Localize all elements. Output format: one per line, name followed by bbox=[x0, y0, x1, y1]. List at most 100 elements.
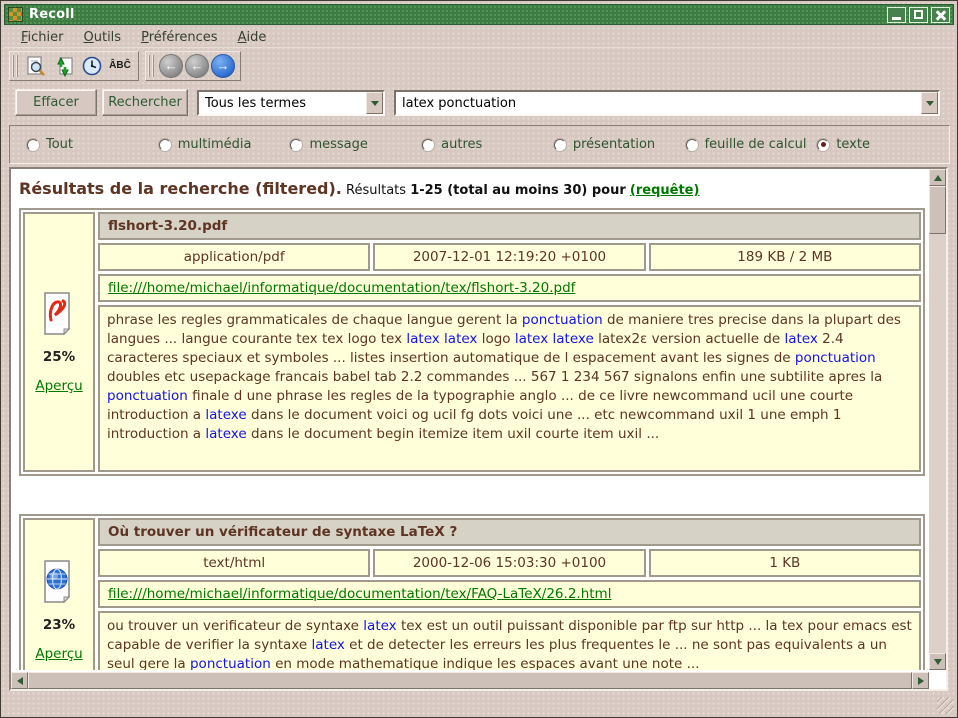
menu-item[interactable]: Aide bbox=[229, 28, 276, 47]
search-input[interactable] bbox=[396, 96, 921, 111]
radio-icon[interactable] bbox=[554, 139, 566, 151]
category-filter-radio[interactable]: multimédia bbox=[159, 137, 291, 152]
category-filter-radio[interactable]: texte bbox=[817, 137, 949, 152]
window-title: Recoll bbox=[29, 7, 75, 22]
search-mode-dropdown-button[interactable] bbox=[366, 92, 383, 114]
highlighted-term: latex latex bbox=[406, 331, 477, 347]
minimize-button[interactable] bbox=[887, 7, 906, 23]
first-page-button[interactable]: ← bbox=[159, 54, 183, 78]
snippet-text: ou trouver un verificateur de syntaxe bbox=[107, 618, 363, 634]
toolbar: ÂBĈ ← ← → bbox=[4, 49, 954, 82]
highlighted-term: ponctuation bbox=[190, 656, 271, 670]
category-filter-radio[interactable]: feuille de calcul bbox=[686, 137, 818, 152]
result-size: 1 KB bbox=[649, 549, 921, 577]
highlighted-term: latexe bbox=[205, 426, 246, 442]
close-icon bbox=[936, 10, 946, 20]
preview-link[interactable]: Aperçu bbox=[35, 646, 82, 662]
pdf-file-icon[interactable] bbox=[38, 290, 80, 336]
snippet-text: dans le document begin itemize item uxil… bbox=[247, 426, 660, 442]
search-button[interactable]: Rechercher bbox=[102, 89, 188, 116]
document-history-button[interactable] bbox=[79, 53, 105, 79]
titlebar[interactable]: Recoll bbox=[4, 4, 954, 25]
highlighted-term: latex latexe bbox=[515, 331, 594, 347]
result-url-link[interactable]: file:///home/michael/informatique/docume… bbox=[108, 586, 611, 602]
toolbar-handle[interactable] bbox=[12, 55, 18, 77]
result-meta-row: application/pdf 2007-12-01 12:19:20 +010… bbox=[98, 243, 921, 271]
search-query-combobox bbox=[394, 90, 940, 116]
menu-item[interactable]: Outils bbox=[75, 28, 131, 47]
snippet-text: phrase les regles grammaticales de chaqu… bbox=[107, 312, 522, 328]
arrow-up-icon bbox=[934, 175, 942, 181]
advanced-search-button[interactable] bbox=[23, 53, 49, 79]
result-item: 23% Aperçu Où trouver un vérificateur de… bbox=[19, 514, 925, 670]
result-url-cell: file:///home/michael/informatique/docume… bbox=[98, 580, 921, 608]
category-filter-radio[interactable]: présentation bbox=[554, 137, 686, 152]
clear-button[interactable]: Effacer bbox=[15, 89, 97, 116]
arrow-down-icon bbox=[934, 659, 942, 665]
relevance-percent: 25% bbox=[43, 349, 75, 365]
menu-item[interactable]: Fichier bbox=[12, 28, 73, 47]
category-filter-radio[interactable]: autres bbox=[422, 137, 554, 152]
arrow-left-icon: ← bbox=[165, 59, 178, 72]
vertical-scrollbar[interactable] bbox=[929, 169, 946, 670]
maximize-button[interactable] bbox=[909, 7, 928, 23]
snippet-text: doubles etc usepackage francais babel ta… bbox=[107, 369, 882, 385]
scroll-left-button[interactable] bbox=[11, 672, 28, 689]
radio-icon[interactable] bbox=[159, 139, 171, 151]
search-mode-combobox[interactable]: Tous les termes bbox=[197, 90, 385, 116]
category-filter-radio[interactable]: Tout bbox=[27, 137, 159, 152]
vertical-scrollbar-thumb[interactable] bbox=[929, 186, 946, 234]
result-item: 25% Aperçu flshort-3.20.pdf application/… bbox=[19, 208, 925, 476]
category-filter-radio[interactable]: message bbox=[290, 137, 422, 152]
menubar: Fichier Outils Préférences Aide bbox=[4, 27, 954, 48]
html-file-icon[interactable] bbox=[38, 558, 80, 604]
result-date: 2000-12-06 15:03:30 +0100 bbox=[373, 549, 645, 577]
highlighted-term: ponctuation bbox=[522, 312, 603, 328]
term-explorer-button[interactable]: ÂBĈ bbox=[107, 53, 133, 79]
horizontal-scrollbar-thumb[interactable] bbox=[28, 672, 912, 689]
results-count-prefix: Résultats bbox=[346, 183, 406, 198]
filter-label: présentation bbox=[573, 137, 655, 152]
app-icon bbox=[8, 7, 23, 22]
result-date: 2007-12-01 12:19:20 +0100 bbox=[373, 243, 645, 271]
radio-icon[interactable] bbox=[817, 139, 829, 151]
toolbar-handle[interactable] bbox=[148, 55, 154, 77]
scroll-right-button[interactable] bbox=[912, 672, 929, 689]
scroll-up-button[interactable] bbox=[929, 169, 946, 186]
highlighted-term: latex bbox=[784, 331, 817, 347]
horizontal-scrollbar[interactable] bbox=[11, 672, 929, 689]
scroll-down-button[interactable] bbox=[929, 653, 946, 670]
window-resize-grip[interactable] bbox=[937, 697, 954, 714]
next-page-button[interactable]: → bbox=[211, 54, 235, 78]
radio-icon[interactable] bbox=[27, 139, 39, 151]
document-sort-icon bbox=[53, 55, 75, 77]
sort-parameters-button[interactable] bbox=[51, 53, 77, 79]
results-heading: Résultats de la recherche (filtered). Ré… bbox=[17, 177, 927, 208]
chevron-down-icon bbox=[926, 101, 934, 106]
result-title[interactable]: flshort-3.20.pdf bbox=[98, 212, 921, 240]
query-link[interactable]: (requête) bbox=[630, 183, 700, 198]
menu-item[interactable]: Préférences bbox=[132, 28, 226, 47]
arrow-left-icon: ← bbox=[191, 59, 204, 72]
highlighted-term: ponctuation bbox=[107, 388, 188, 404]
previous-page-button[interactable]: ← bbox=[185, 54, 209, 78]
search-history-dropdown-button[interactable] bbox=[921, 92, 938, 114]
result-title[interactable]: Où trouver un vérificateur de syntaxe La… bbox=[98, 518, 921, 546]
filter-label: Tout bbox=[46, 137, 73, 152]
radio-icon[interactable] bbox=[686, 139, 698, 151]
filter-label: feuille de calcul bbox=[705, 137, 807, 152]
radio-icon[interactable] bbox=[290, 139, 302, 151]
results-count: 1-25 (total au moins 30) pour bbox=[410, 183, 626, 198]
results-panel: Résultats de la recherche (filtered). Ré… bbox=[9, 167, 948, 691]
filter-label: multimédia bbox=[178, 137, 252, 152]
arrow-left-icon bbox=[17, 677, 23, 685]
results-content: Résultats de la recherche (filtered). Ré… bbox=[11, 169, 929, 670]
result-main: Où trouver un vérificateur de syntaxe La… bbox=[98, 518, 921, 670]
preview-link[interactable]: Aperçu bbox=[35, 378, 82, 394]
result-size: 189 KB / 2 MB bbox=[649, 243, 921, 271]
result-url-link[interactable]: file:///home/michael/informatique/docume… bbox=[108, 280, 575, 296]
toolbar-group-tools: ÂBĈ bbox=[9, 51, 139, 81]
radio-icon[interactable] bbox=[422, 139, 434, 151]
result-snippet: phrase les regles grammaticales de chaqu… bbox=[98, 305, 921, 472]
close-button[interactable] bbox=[931, 7, 950, 23]
